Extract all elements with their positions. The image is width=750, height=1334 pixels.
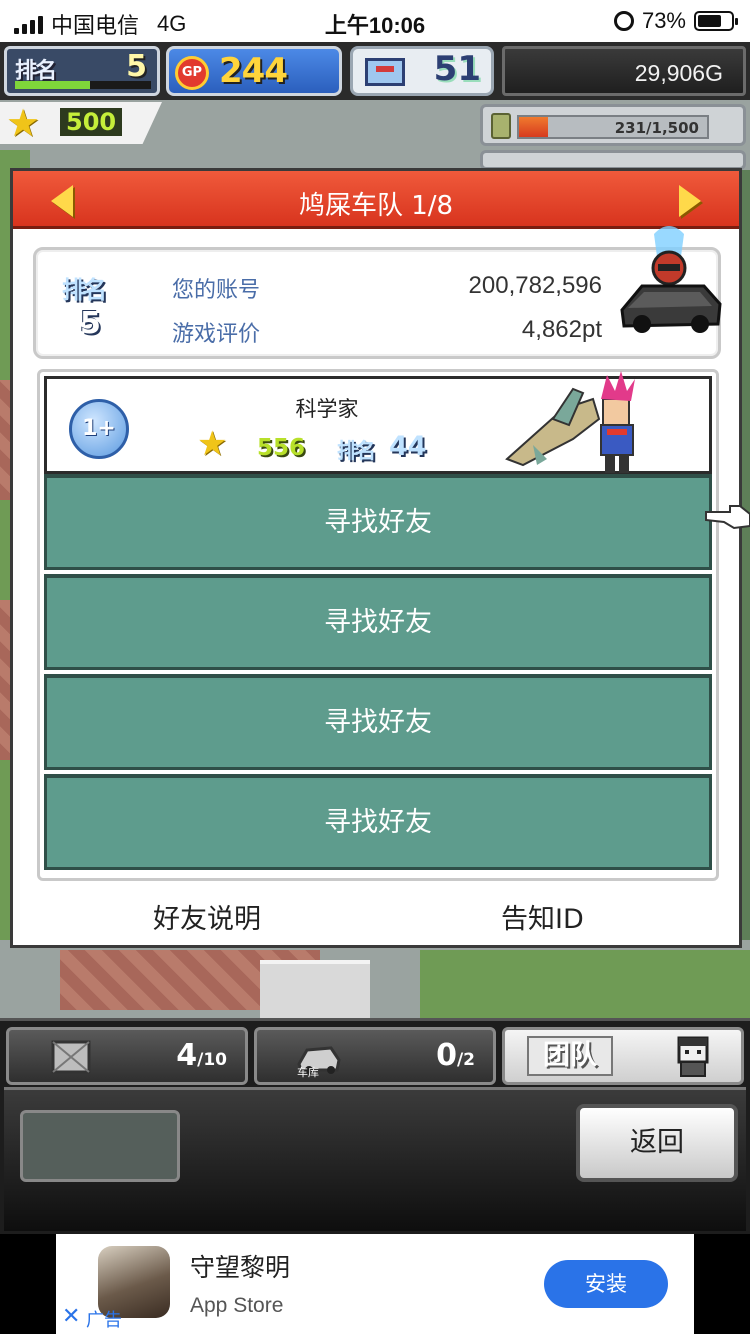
find-friend-button-3[interactable]: 寻找好友: [44, 674, 712, 770]
parts-count: 4/10: [176, 1038, 227, 1073]
action-panel: 返回: [4, 1087, 746, 1231]
ad-banner[interactable]: 守望黎明 App Store 安装 ✕ 广告: [56, 1234, 694, 1334]
resource-gauge: 231/1,500: [480, 104, 746, 146]
tab-garage[interactable]: 车库 0/2: [254, 1027, 496, 1085]
account-label: 您的账号: [172, 278, 261, 303]
jet-pilot-avatar: [505, 371, 635, 473]
fuel-can-icon: [491, 113, 511, 139]
crate-icon: [51, 1040, 91, 1074]
battery-icon: [694, 11, 738, 31]
status-bar: 中国电信 4G 上午10:06 73%: [0, 0, 750, 42]
close-icon[interactable]: ✕: [62, 1304, 80, 1329]
account-value: 200,782,596: [468, 272, 602, 299]
garage-caption: 车库: [297, 1066, 319, 1079]
star-icon: ★: [6, 101, 41, 145]
ad-subtitle: App Store: [190, 1294, 284, 1317]
tab-team[interactable]: 团队: [502, 1027, 744, 1085]
ad-title: 守望黎明: [190, 1253, 291, 1282]
find-friend-button-2[interactable]: 寻找好友: [44, 574, 712, 670]
tab-parts[interactable]: 4/10: [6, 1027, 248, 1085]
rating-value: 4,862pt: [521, 316, 602, 343]
star-value: 500: [60, 108, 123, 136]
money-display: 29,906G: [502, 46, 746, 96]
empty-slot: [20, 1110, 180, 1182]
member-score: 556: [257, 435, 306, 461]
resource-text: 231/1,500: [614, 119, 699, 137]
member-rank-value: 44: [389, 431, 427, 462]
game-hud: 排名 5 GP 244 51 29,906G: [0, 42, 750, 100]
team-label: 团队: [527, 1036, 613, 1076]
next-arrow-icon[interactable]: [679, 185, 701, 217]
member-list: 1+ 科学家 ★ 556 排名 44 寻找好友 寻找好友 寻找好友 寻找好友: [37, 369, 719, 881]
garage-count: 0/2: [436, 1038, 475, 1073]
find-friend-button-4[interactable]: 寻找好友: [44, 774, 712, 870]
account-info-card: 排名 5 您的账号 200,782,596 游戏评价 4,862pt: [33, 226, 722, 359]
find-friend-button-1[interactable]: 寻找好友: [44, 474, 712, 570]
gp-display[interactable]: GP 244: [166, 46, 342, 96]
member-star-icon: ★: [197, 424, 228, 464]
rank-value: 5: [126, 49, 147, 84]
team-dialog: 鸠屎车队 1/8 排名 5 您的账号 200,782,596 游戏评价 4,86…: [10, 168, 742, 948]
dialog-header: 鸠屎车队 1/8: [13, 171, 739, 229]
computer-icon: [365, 58, 405, 86]
secondary-gauge: [480, 150, 746, 170]
dialog-title: 鸠屎车队 1/8: [298, 191, 454, 221]
race-car-icon: [620, 226, 722, 333]
friend-help-link[interactable]: 好友说明: [153, 897, 261, 936]
pointing-hand-icon: [705, 505, 750, 530]
back-button[interactable]: 返回: [576, 1104, 738, 1182]
money-value: 29,906G: [634, 60, 723, 86]
gp-coin-icon: GP: [175, 56, 209, 90]
info-rank-label: 排名: [62, 276, 107, 304]
dialog-footer: 好友说明 告知ID: [13, 887, 739, 943]
notify-id-link[interactable]: 告知ID: [501, 897, 584, 936]
ad-zone: 守望黎明 App Store 安装 ✕ 广告: [0, 1234, 750, 1334]
gp-value: 244: [219, 51, 288, 91]
pc-display[interactable]: 51: [350, 46, 494, 96]
rating-label: 游戏评价: [172, 322, 261, 347]
alarm-icon: [613, 11, 634, 31]
rank-progress-bar: [15, 81, 151, 89]
rank-display[interactable]: 排名 5: [4, 46, 160, 96]
info-rank-value: 5: [80, 306, 101, 341]
battery-percent: 73%: [641, 8, 686, 33]
team-member-icon: [677, 1036, 709, 1077]
member-rank-label: 排名: [337, 439, 376, 463]
member-row[interactable]: 1+ 科学家 ★ 556 排名 44: [44, 371, 712, 474]
bottom-bar: 4/10 车库 0/2 团队 返回: [0, 1018, 750, 1234]
star-display: ★ 500: [0, 102, 162, 144]
pc-value: 51: [433, 49, 481, 89]
install-button[interactable]: 安装: [544, 1260, 668, 1308]
ad-label: 广告: [86, 1310, 122, 1331]
